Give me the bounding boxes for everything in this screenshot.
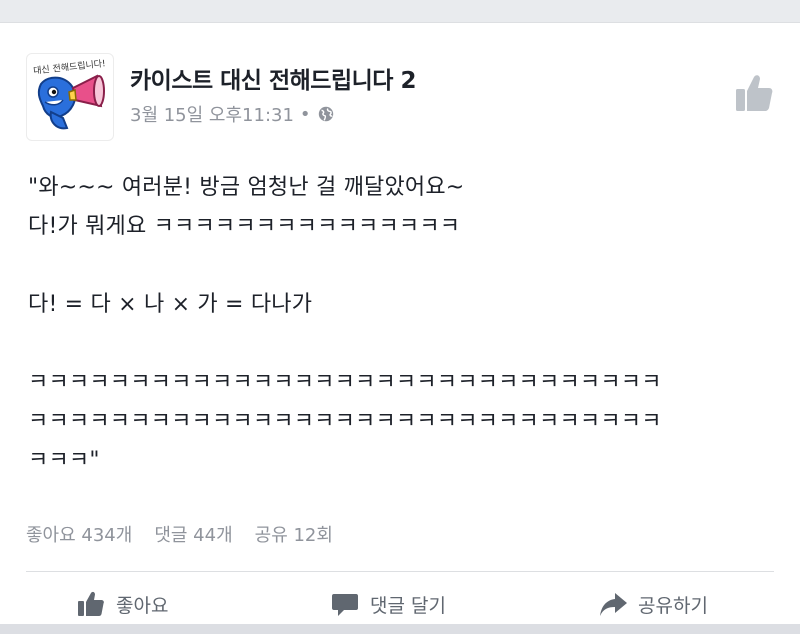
comment-count[interactable]: 댓글 44개 (154, 521, 232, 547)
page-name[interactable]: 카이스트 대신 전해드립니다 2 (130, 61, 416, 95)
post-timestamp[interactable]: 3월 15일 오후11:31 (130, 101, 294, 127)
post-meta: 3월 15일 오후11:31 • (130, 101, 335, 127)
like-count[interactable]: 좋아요 434개 (26, 521, 132, 547)
share-count[interactable]: 공유 12회 (255, 521, 333, 547)
meta-separator: • (299, 103, 311, 125)
comment-button[interactable]: 댓글 달기 (330, 589, 446, 619)
post-card: 대신 전해드립니다! 카이스트 대신 전해드립니다 2 3월 15일 오후11:… (0, 22, 800, 625)
share-button-label: 공유하기 (638, 594, 708, 617)
thumbs-up-icon (78, 591, 104, 616)
divider (26, 571, 774, 572)
like-button-label: 좋아요 (116, 594, 169, 617)
comment-button-label: 댓글 달기 (370, 594, 446, 617)
post-header: 대신 전해드립니다! 카이스트 대신 전해드립니다 2 3월 15일 오후11:… (26, 53, 776, 141)
post-body: "와~~~ 여러분! 방금 엄청난 걸 깨달았어요~ 다!가 뭐게요 ㅋㅋㅋㅋㅋ… (28, 175, 662, 473)
engagement-stats: 좋아요 434개 댓글 44개 공유 12회 (26, 521, 333, 547)
speech-bubble-icon (332, 594, 358, 616)
thumbs-up-icon[interactable] (732, 71, 776, 115)
avatar[interactable]: 대신 전해드립니다! (26, 53, 114, 141)
share-arrow-icon (600, 593, 627, 616)
globe-icon[interactable] (317, 105, 335, 123)
share-button[interactable]: 공유하기 (598, 589, 708, 619)
like-button[interactable]: 좋아요 (76, 589, 168, 619)
feed-gap (0, 624, 800, 634)
